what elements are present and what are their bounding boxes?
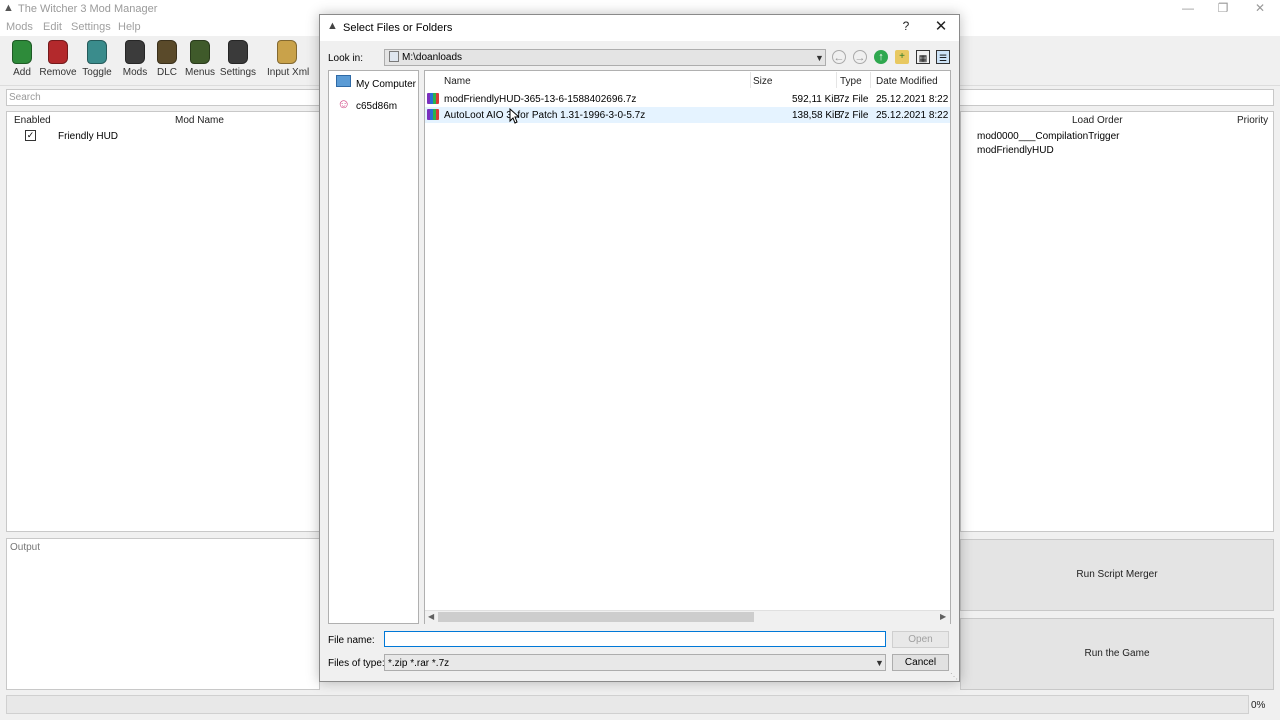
cancel-button[interactable]: Cancel	[892, 654, 949, 671]
computer-icon	[336, 75, 351, 87]
load-order-header[interactable]: Load Order	[1072, 115, 1123, 126]
file-list	[424, 70, 951, 624]
dialog-title: Select Files or Folders	[343, 22, 453, 34]
chevron-down-icon[interactable]: ▼	[815, 53, 824, 63]
user-icon: ☺	[337, 96, 351, 111]
scroll-right-icon[interactable]: ▶	[940, 612, 946, 621]
detail-view-icon[interactable]: ☰	[936, 50, 950, 64]
file-name: AutoLoot AIO 3. for Patch 1.31-1996-3-0-…	[444, 110, 646, 121]
date-modified-column-header[interactable]: Date Modified	[876, 76, 938, 87]
file-row[interactable]: modFriendlyHUD-365-13-6-1588402696.7z 59…	[425, 91, 950, 107]
remove-book-icon	[48, 40, 68, 64]
load-order-panel	[960, 111, 1274, 532]
restore-button[interactable]: ❐	[1205, 0, 1241, 18]
list-view-icon[interactable]: ▦	[916, 50, 930, 64]
file-name: modFriendlyHUD-365-13-6-1588402696.7z	[444, 94, 637, 105]
help-button[interactable]: ?	[899, 19, 913, 33]
column-separator[interactable]	[750, 72, 751, 88]
forward-arrow-icon[interactable]: →	[853, 50, 867, 64]
search-placeholder: Search	[9, 92, 41, 103]
progress-percent: 0%	[1251, 700, 1266, 711]
priority-header[interactable]: Priority	[1237, 115, 1268, 126]
column-separator[interactable]	[836, 72, 837, 88]
files-of-type-combobox[interactable]	[384, 654, 886, 671]
archive-icon	[427, 93, 439, 104]
menu-help[interactable]: Help	[118, 21, 141, 33]
run-game-button[interactable]: Run the Game	[960, 618, 1274, 690]
enabled-column-header[interactable]: Enabled	[14, 115, 51, 126]
load-order-item[interactable]: mod0000___CompilationTrigger	[977, 131, 1120, 142]
name-column-header[interactable]: Name	[444, 76, 471, 87]
file-type: 7z File	[839, 110, 869, 121]
places-sidebar	[328, 70, 419, 624]
menu-edit[interactable]: Edit	[43, 21, 62, 33]
file-name-input[interactable]	[384, 631, 886, 647]
settings-button[interactable]: Settings	[218, 38, 258, 80]
mods-book-icon	[125, 40, 145, 64]
load-order-item[interactable]: modFriendlyHUD	[977, 145, 1054, 156]
open-button[interactable]: Open	[892, 631, 949, 648]
settings-book-icon	[228, 40, 248, 64]
menus-book-icon	[190, 40, 210, 64]
close-dialog-button[interactable]: ✕	[931, 17, 951, 35]
menus-button[interactable]: Menus	[180, 38, 220, 80]
file-date: 25.12.2021 8:22	[876, 110, 949, 121]
remove-button[interactable]: Remove	[38, 38, 78, 80]
output-panel	[6, 538, 320, 690]
size-column-header[interactable]: Size	[753, 76, 772, 87]
sidebar-item-user[interactable]: c65d86m	[356, 101, 397, 112]
toggle-book-icon	[87, 40, 107, 64]
drive-icon	[389, 51, 399, 62]
mouse-cursor-icon	[509, 108, 519, 124]
input-xml-scroll-icon	[277, 40, 297, 64]
file-size: 138,58 KiB	[792, 110, 841, 121]
menu-mods[interactable]: Mods	[6, 21, 33, 33]
dlc-book-icon	[157, 40, 177, 64]
input-xml-button[interactable]: Input Xml	[267, 38, 309, 80]
output-label: Output	[10, 542, 41, 553]
files-of-type-value: *.zip *.rar *.7z	[388, 658, 450, 669]
file-size: 592,11 KiB	[792, 94, 841, 105]
scrollbar-thumb[interactable]	[438, 612, 754, 622]
mod-enabled-checkbox[interactable]: ✓	[25, 130, 36, 141]
add-book-icon	[12, 40, 32, 64]
file-date: 25.12.2021 8:22	[876, 94, 949, 105]
sidebar-item-my-computer[interactable]: My Computer	[356, 79, 416, 90]
file-type: 7z File	[839, 94, 869, 105]
resize-grip-icon[interactable]: ⋱	[950, 672, 958, 681]
scroll-left-icon[interactable]: ◀	[428, 612, 434, 621]
back-arrow-icon[interactable]: ←	[832, 50, 846, 64]
toggle-button[interactable]: Toggle	[77, 38, 117, 80]
app-title: The Witcher 3 Mod Manager	[18, 3, 158, 15]
chevron-down-icon[interactable]: ▼	[875, 658, 884, 668]
mod-name-cell[interactable]: Friendly HUD	[58, 131, 118, 142]
archive-icon	[427, 109, 439, 120]
file-row[interactable]: AutoLoot AIO 3. for Patch 1.31-1996-3-0-…	[425, 107, 950, 123]
progress-bar	[6, 695, 1249, 714]
type-column-header[interactable]: Type	[840, 76, 862, 87]
files-of-type-label: Files of type:	[328, 658, 385, 669]
file-name-label: File name:	[328, 635, 375, 646]
mod-name-column-header[interactable]: Mod Name	[175, 115, 224, 126]
mods-table	[6, 111, 320, 532]
column-separator[interactable]	[870, 72, 871, 88]
wolf-logo-icon: ▲	[327, 20, 338, 32]
look-in-value: M:\doanloads	[402, 52, 463, 63]
close-app-button[interactable]: ✕	[1242, 0, 1278, 18]
add-button[interactable]: Add	[2, 38, 42, 80]
parent-directory-icon[interactable]: ↑	[874, 50, 888, 64]
menu-settings[interactable]: Settings	[71, 21, 111, 33]
run-script-merger-button[interactable]: Run Script Merger	[960, 539, 1274, 611]
minimize-button[interactable]: —	[1170, 0, 1206, 18]
new-folder-icon[interactable]: +	[895, 50, 909, 64]
wolf-logo-icon: ▲	[3, 2, 14, 14]
look-in-label: Look in:	[328, 53, 364, 64]
